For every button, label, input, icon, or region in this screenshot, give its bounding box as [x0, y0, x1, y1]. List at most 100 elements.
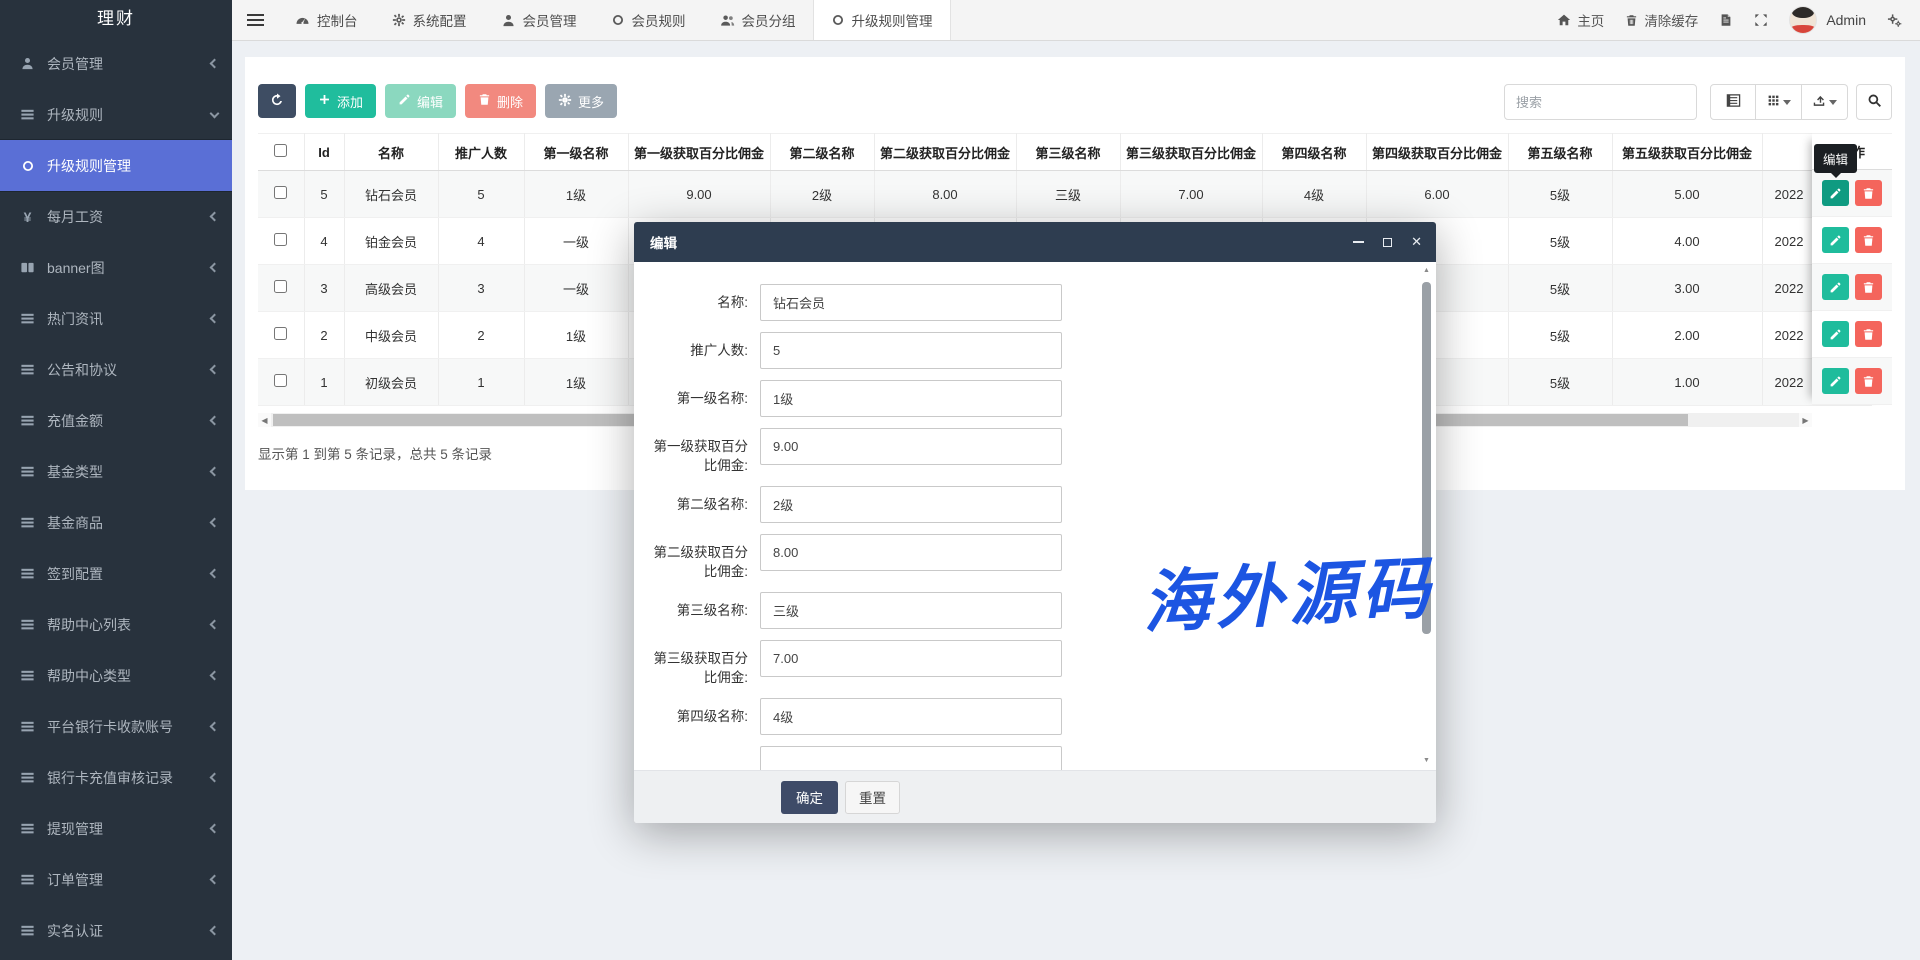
row-delete-button[interactable] — [1855, 274, 1882, 300]
search-input[interactable] — [1504, 84, 1697, 120]
scroll-down-arrow[interactable]: ▼ — [1423, 756, 1430, 766]
reset-button[interactable]: 重置 — [845, 781, 900, 814]
field-input[interactable] — [760, 592, 1062, 629]
field-input[interactable] — [760, 428, 1062, 465]
sidebar-item-label: 升级规则管理 — [47, 156, 218, 176]
column-header: Id — [304, 134, 344, 171]
modal-scrollbar-thumb[interactable] — [1422, 282, 1431, 634]
more-button[interactable]: 更多 — [545, 84, 617, 118]
sidebar-item-banner图[interactable]: banner图 — [0, 242, 232, 293]
table-cell: 一级 — [524, 265, 628, 312]
row-delete-button[interactable] — [1855, 368, 1882, 394]
field-input[interactable] — [760, 380, 1062, 417]
sidebar-item-帮助中心列表[interactable]: 帮助中心列表 — [0, 599, 232, 650]
sidebar-item-label: 基金商品 — [47, 513, 211, 533]
username[interactable]: Admin — [1826, 12, 1866, 28]
row-edit-button[interactable] — [1822, 368, 1849, 394]
sidebar-item-升级规则[interactable]: 升级规则 — [0, 89, 232, 140]
table-toolbar: 添加 编辑 删除 更多 — [258, 84, 1892, 120]
field-label: 第三级获取百分比佣金: — [648, 640, 748, 687]
search-button[interactable] — [1856, 84, 1892, 120]
field-input[interactable] — [760, 284, 1062, 321]
tab-会员规则[interactable]: 会员规则 — [594, 0, 703, 40]
sidebar-item-帮助中心类型[interactable]: 帮助中心类型 — [0, 650, 232, 701]
row-checkbox[interactable] — [274, 327, 287, 340]
sidebar-item-提现管理[interactable]: 提现管理 — [0, 803, 232, 854]
clear-cache-link[interactable]: 清除缓存 — [1625, 10, 1698, 30]
field-input[interactable] — [760, 332, 1062, 369]
row-edit-button[interactable] — [1822, 321, 1849, 347]
close-icon[interactable]: ✕ — [1411, 235, 1422, 249]
columns-dropdown-button[interactable] — [1756, 84, 1802, 120]
table-cell: 4 — [304, 218, 344, 265]
sidebar-item-label: 签到配置 — [47, 564, 211, 584]
modal-scrollbar[interactable]: ▲ ▼ — [1420, 266, 1433, 766]
row-delete-button[interactable] — [1855, 180, 1882, 206]
row-delete-button[interactable] — [1855, 321, 1882, 347]
field-input[interactable] — [760, 640, 1062, 677]
view-button-group — [1710, 84, 1848, 120]
scroll-right-arrow[interactable]: ▶ — [1799, 416, 1812, 425]
tab-控制台[interactable]: 控制台 — [278, 0, 375, 40]
export-dropdown-button[interactable] — [1802, 84, 1848, 120]
scroll-left-arrow[interactable]: ◀ — [258, 416, 271, 425]
row-delete-button[interactable] — [1855, 227, 1882, 253]
row-checkbox[interactable] — [274, 374, 287, 387]
column-header: 第一级获取百分比佣金 — [628, 134, 770, 171]
maximize-icon[interactable] — [1383, 235, 1392, 249]
document-icon[interactable] — [1719, 13, 1733, 27]
table-cell: 8.00 — [874, 171, 1016, 218]
toggle-pagination-button[interactable] — [1710, 84, 1756, 120]
tab-会员分组[interactable]: 会员分组 — [703, 0, 813, 40]
field-label: 第二级名称: — [648, 486, 748, 523]
field-input[interactable] — [760, 534, 1062, 571]
row-checkbox[interactable] — [274, 280, 287, 293]
sidebar-item-实名认证[interactable]: 实名认证 — [0, 905, 232, 956]
tab-会员管理[interactable]: 会员管理 — [484, 0, 594, 40]
sidebar-item-订单管理[interactable]: 订单管理 — [0, 854, 232, 905]
row-edit-button[interactable] — [1822, 180, 1849, 206]
field-input[interactable] — [760, 698, 1062, 735]
sidebar-item-公告和协议[interactable]: 公告和协议 — [0, 344, 232, 395]
home-icon — [1557, 13, 1571, 27]
field-label: 第三级名称: — [648, 592, 748, 629]
field-input[interactable] — [760, 746, 1062, 770]
sidebar-item-每月工资[interactable]: ¥每月工资 — [0, 191, 232, 242]
edit-button[interactable]: 编辑 — [385, 84, 456, 118]
sidebar-item-银行卡充值审核记录[interactable]: 银行卡充值审核记录 — [0, 752, 232, 803]
row-checkbox[interactable] — [274, 233, 287, 246]
home-link[interactable]: 主页 — [1557, 10, 1604, 30]
sidebar-item-label: banner图 — [47, 258, 211, 278]
row-checkbox[interactable] — [274, 186, 287, 199]
field-input[interactable] — [760, 486, 1062, 523]
sidebar-item-热门资讯[interactable]: 热门资讯 — [0, 293, 232, 344]
modal-header[interactable]: 编辑 ✕ — [634, 222, 1436, 262]
settings-gears-icon[interactable] — [1887, 13, 1902, 28]
action-cell — [1812, 311, 1892, 358]
sidebar-item-充值金额[interactable]: 充值金额 — [0, 395, 232, 446]
sidebar-item-基金类型[interactable]: 基金类型 — [0, 446, 232, 497]
tab-升级规则管理[interactable]: 升级规则管理 — [813, 0, 951, 40]
sidebar-item-签到配置[interactable]: 签到配置 — [0, 548, 232, 599]
delete-button[interactable]: 删除 — [465, 84, 536, 118]
sidebar-item-升级规则管理[interactable]: 升级规则管理 — [0, 140, 232, 191]
sidebar-item-会员管理[interactable]: 会员管理 — [0, 38, 232, 89]
table-row: 5钻石会员51级9.002级8.00三级7.004级6.005级5.002022 — [258, 171, 1872, 218]
avatar[interactable] — [1789, 6, 1817, 34]
scroll-up-arrow[interactable]: ▲ — [1423, 266, 1430, 276]
menu-toggle-icon[interactable] — [232, 0, 278, 40]
tab-系统配置[interactable]: 系统配置 — [375, 0, 484, 40]
fullscreen-icon[interactable] — [1754, 13, 1768, 27]
minimize-icon[interactable] — [1353, 235, 1364, 249]
sidebar-item-基金商品[interactable]: 基金商品 — [0, 497, 232, 548]
form-field-row: 第一级名称: — [648, 380, 1400, 417]
select-all-checkbox[interactable] — [274, 144, 287, 157]
confirm-button[interactable]: 确定 — [781, 781, 838, 814]
sidebar-item-平台银行卡收款账号[interactable]: 平台银行卡收款账号 — [0, 701, 232, 752]
row-select-cell — [258, 312, 304, 359]
row-edit-button[interactable] — [1822, 274, 1849, 300]
add-button[interactable]: 添加 — [305, 84, 376, 118]
row-edit-button[interactable] — [1822, 227, 1849, 253]
refresh-button[interactable] — [258, 84, 296, 118]
chevron-left-icon — [210, 212, 220, 222]
